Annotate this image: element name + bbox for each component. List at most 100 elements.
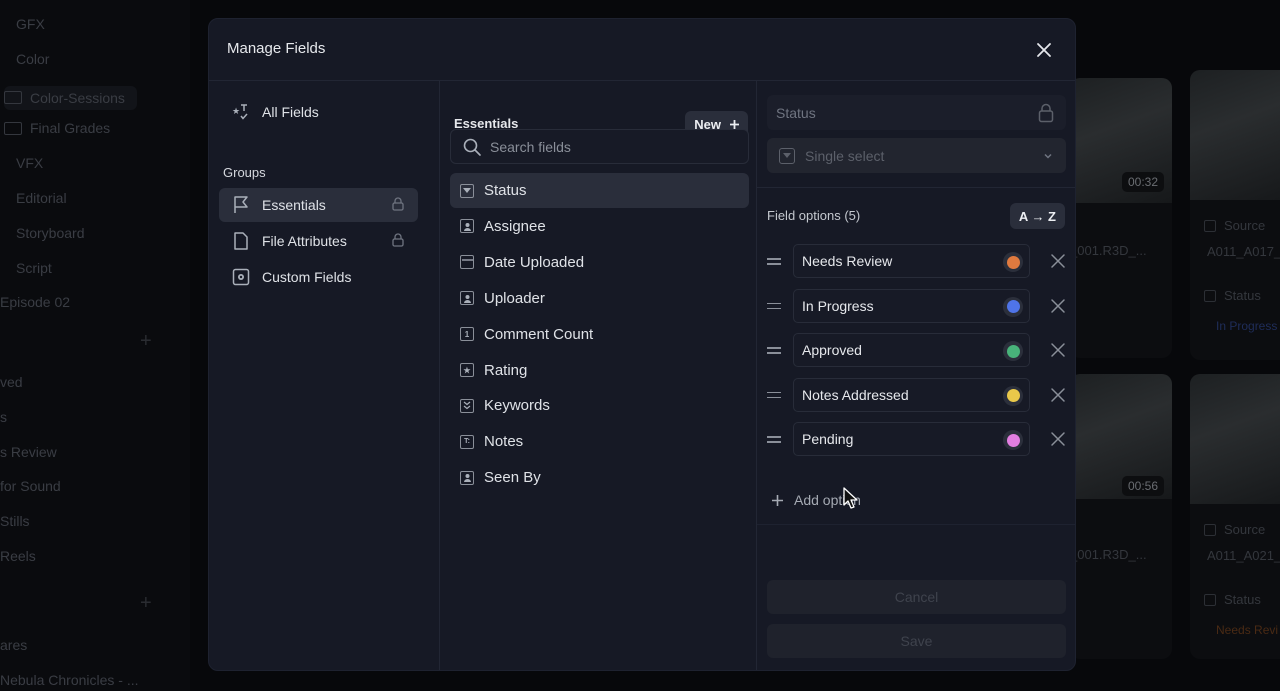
background-sidebar-item: Editorial — [16, 190, 67, 206]
background-sidebar: GFX Color Color-Sessions Final Grades VFX Edi… — [0, 0, 190, 691]
sidebar-item-label: Color — [16, 50, 50, 67]
field-item-assignee[interactable]: Assignee — [450, 209, 749, 244]
option-label-input[interactable] — [802, 342, 992, 359]
folder-icon — [4, 91, 22, 105]
option-label-input[interactable] — [802, 386, 992, 403]
flag-icon — [231, 195, 251, 215]
plus-icon — [772, 494, 783, 506]
background-sidebar-item: Color — [16, 51, 49, 67]
drag-handle-icon[interactable] — [767, 344, 781, 356]
field-label: Notes — [484, 433, 524, 451]
star-icon: ★ — [460, 363, 474, 377]
all-fields-label: All Fields — [262, 104, 319, 120]
search-fields[interactable] — [450, 129, 749, 164]
option-label-field[interactable] — [793, 244, 1030, 278]
remove-option-icon[interactable] — [1050, 387, 1066, 403]
field-label: Uploader — [484, 289, 545, 307]
field-item-comment-count[interactable]: 1 Comment Count — [450, 317, 749, 352]
source-label: Source — [1204, 522, 1265, 537]
asset-card: 00:56 _001.R3D_... — [1070, 374, 1172, 659]
field-label: Assignee — [484, 217, 546, 235]
search-input[interactable] — [490, 138, 730, 155]
duration-badge: 00:32 — [1122, 172, 1165, 192]
field-item-seen-by[interactable]: Seen By — [450, 460, 749, 495]
color-swatch-button[interactable] — [1003, 430, 1023, 451]
background-sidebar-item: Stills — [0, 513, 30, 530]
cancel-button[interactable]: Cancel — [767, 580, 1066, 614]
field-option-row — [767, 422, 1066, 457]
remove-option-icon[interactable] — [1050, 342, 1066, 358]
lock-icon — [392, 233, 404, 250]
background-sidebar-item: Reels — [0, 548, 36, 564]
source-value: A011_A017_C — [1207, 244, 1280, 259]
color-swatch-button[interactable] — [1003, 385, 1023, 406]
filename-text: _001.R3D_... — [1070, 547, 1147, 562]
color-swatch-button[interactable] — [1003, 296, 1023, 317]
app-stage: GFX Color Color-Sessions Final Grades VFX Edi… — [0, 0, 1280, 691]
field-item-uploader[interactable]: Uploader — [450, 281, 749, 316]
lock-icon — [1038, 103, 1054, 126]
status-label: Status — [1204, 592, 1261, 607]
remove-option-icon[interactable] — [1050, 431, 1066, 447]
drag-handle-icon[interactable] — [767, 255, 781, 267]
option-label-input[interactable] — [802, 431, 992, 448]
drag-handle-icon[interactable] — [767, 389, 781, 401]
user-icon — [460, 291, 474, 306]
background-sidebar-item: ares — [0, 637, 28, 653]
field-option-row — [767, 244, 1066, 278]
group-item-essentials[interactable]: Essentials — [219, 188, 418, 222]
save-button[interactable]: Save — [767, 624, 1066, 658]
option-label-input[interactable] — [802, 297, 992, 314]
status-value: Needs Revi — [1216, 623, 1279, 637]
multi-select-icon — [460, 398, 474, 413]
date-icon — [460, 255, 474, 270]
field-options-label: Field options (5) — [767, 208, 861, 223]
field-name-value: Status — [776, 104, 816, 121]
field-item-rating[interactable]: ★ Rating — [450, 353, 749, 388]
gear-box-icon — [231, 267, 251, 287]
background-sidebar-item: s Review — [0, 443, 57, 460]
sidebar-item-label: Final Grades — [30, 120, 111, 137]
field-label: Date Uploaded — [484, 253, 585, 271]
background-sidebar-item: Color-Sessions — [4, 85, 137, 110]
field-label: Keywords — [484, 397, 550, 415]
close-button[interactable] — [1033, 39, 1055, 61]
color-swatch-button[interactable] — [1003, 341, 1023, 362]
color-swatch-button[interactable] — [1003, 252, 1023, 272]
option-label-input[interactable] — [802, 253, 992, 269]
option-label-field[interactable] — [793, 377, 1030, 412]
sidebar-item-label: Script — [16, 259, 52, 276]
filename-text: _001.R3D_... — [1070, 243, 1147, 258]
field-item-keywords[interactable]: Keywords — [450, 388, 749, 423]
field-option-row — [767, 377, 1066, 412]
color-dot-icon — [1006, 433, 1020, 447]
background-sidebar-item: for Sound — [0, 478, 61, 495]
drag-handle-icon[interactable] — [767, 433, 781, 445]
drag-handle-icon[interactable] — [767, 300, 781, 312]
sort-az-button[interactable]: A → Z — [1009, 203, 1065, 229]
divider — [757, 524, 1075, 525]
color-dot-icon — [1006, 255, 1020, 269]
field-item-date-uploaded[interactable]: Date Uploaded — [450, 245, 749, 280]
background-sidebar-item: VFX — [16, 155, 43, 171]
user-icon — [460, 219, 474, 234]
folder-icon — [4, 121, 22, 135]
file-icon — [231, 231, 251, 251]
sidebar-item-label: VFX — [16, 155, 44, 172]
add-option-button[interactable]: Add option — [771, 492, 861, 508]
field-item-status[interactable]: Status — [450, 173, 749, 208]
group-item-file-attributes[interactable]: File Attributes — [219, 224, 418, 258]
field-item-notes[interactable]: T: Notes — [450, 424, 749, 459]
group-item-custom-fields[interactable]: Custom Fields — [219, 260, 418, 294]
svg-text:★: ★ — [232, 106, 240, 116]
remove-option-icon[interactable] — [1050, 253, 1066, 269]
option-label-field[interactable] — [793, 288, 1030, 323]
asset-card: 00:32 _001.R3D_... — [1070, 78, 1172, 358]
field-type-value: Single select — [805, 147, 885, 164]
field-type-select[interactable]: Single select — [767, 138, 1066, 173]
all-fields-item[interactable]: ★ All Fields — [219, 95, 418, 129]
option-label-field[interactable] — [793, 333, 1030, 368]
remove-option-icon[interactable] — [1050, 298, 1066, 314]
option-label-field[interactable] — [793, 422, 1030, 457]
color-dot-icon — [1006, 389, 1020, 403]
